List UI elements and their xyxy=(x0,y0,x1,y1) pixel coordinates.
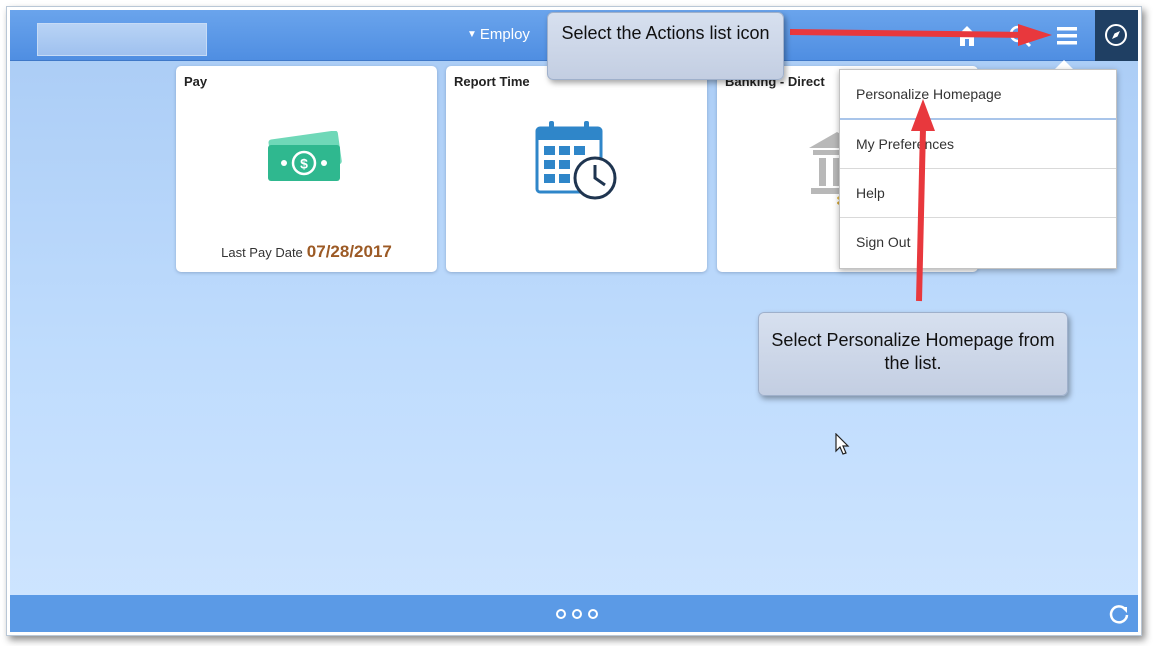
menu-item-sign-out[interactable]: Sign Out xyxy=(840,218,1116,267)
mouse-cursor-icon xyxy=(835,433,850,455)
svg-text:$: $ xyxy=(300,156,308,172)
navbar-button[interactable] xyxy=(1095,10,1138,61)
money-icon: $ xyxy=(268,131,342,181)
tile-title: Pay xyxy=(184,74,208,89)
page-dot[interactable] xyxy=(588,609,598,619)
homepage-selector[interactable]: ▼ Employ xyxy=(467,26,530,43)
page-dot[interactable] xyxy=(556,609,566,619)
company-logo xyxy=(37,23,207,56)
callout-personalize-homepage: Select Personalize Homepage from the lis… xyxy=(758,312,1068,396)
calendar-clock-icon xyxy=(535,121,617,200)
navbar-compass-icon xyxy=(1105,24,1127,46)
home-icon[interactable] xyxy=(953,22,981,50)
menu-item-help[interactable]: Help xyxy=(840,169,1116,218)
actions-menu: Personalize Homepage My Preferences Help… xyxy=(839,69,1117,269)
last-pay-date-value: 07/28/2017 xyxy=(306,242,392,261)
footer-bar xyxy=(10,595,1138,632)
homepage-selector-label: Employ xyxy=(479,26,530,43)
caret-down-icon: ▼ xyxy=(467,29,477,40)
page-indicator xyxy=(556,609,606,621)
tile-title: Report Time xyxy=(454,74,530,89)
last-pay-date-label: Last Pay Date xyxy=(221,245,303,260)
search-icon[interactable] xyxy=(1006,22,1034,50)
tile-report-time[interactable]: Report Time xyxy=(446,66,707,272)
actions-list-icon[interactable] xyxy=(1053,22,1081,50)
refresh-icon[interactable] xyxy=(1108,603,1130,625)
menu-item-personalize-homepage[interactable]: Personalize Homepage xyxy=(840,70,1116,120)
callout-actions-icon: Select the Actions list icon xyxy=(547,12,784,80)
tile-pay[interactable]: Pay $ Last Pay Date 07/28/2017 xyxy=(176,66,437,272)
last-pay-date: Last Pay Date 07/28/2017 xyxy=(176,242,437,262)
menu-item-my-preferences[interactable]: My Preferences xyxy=(840,120,1116,169)
page-dot[interactable] xyxy=(572,609,582,619)
